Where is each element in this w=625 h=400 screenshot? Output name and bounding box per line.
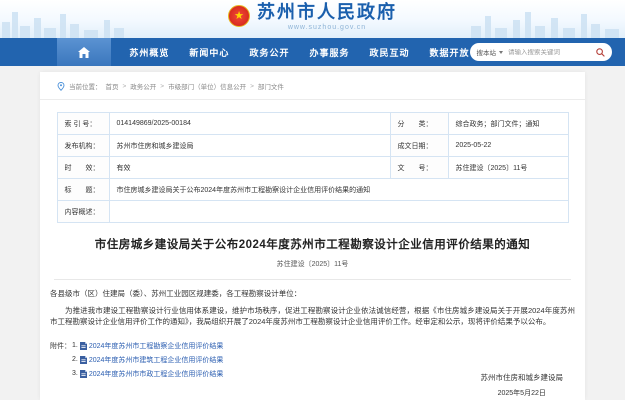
- breadcrumb-separator: >: [123, 83, 127, 90]
- breadcrumb-separator: >: [160, 83, 164, 90]
- search-scope-label: 搜本站: [477, 47, 497, 57]
- nav-item-interaction[interactable]: 政民互动: [369, 46, 409, 59]
- site-url: www.suzhou.gov.cn: [257, 24, 397, 31]
- attachment-number: 2.: [72, 356, 78, 363]
- page-background: 当前位置： 首页 > 政务公开 > 市级部门（单位）信息公开 > 部门文件 索 …: [0, 66, 625, 400]
- attachment-number: 3.: [72, 370, 78, 377]
- national-emblem-icon: ★: [228, 5, 250, 27]
- meta-value-date: 2025-05-22: [448, 135, 568, 157]
- nav-item-overview[interactable]: 苏州概览: [129, 46, 169, 59]
- signature-date: 2025年5月22日: [481, 388, 564, 398]
- site-title: 苏州市人民政府: [257, 3, 397, 23]
- attachment-link-survey[interactable]: 2024年度苏州市工程勘察企业信用评价结果: [89, 341, 224, 351]
- meta-value-docnum: 苏住建设〔2025〕11号: [448, 157, 568, 179]
- table-row: 发布机构： 苏州市住房和城乡建设局 成文日期： 2025-05-22: [57, 135, 568, 157]
- breadcrumb-dept-info[interactable]: 市级部门（单位）信息公开: [168, 81, 246, 91]
- attachment-link-municipal[interactable]: 2024年度苏州市市政工程企业信用评价结果: [89, 369, 224, 379]
- nav-item-news[interactable]: 新闻中心: [189, 46, 229, 59]
- meta-label-summary: 内容概述：: [57, 201, 109, 223]
- breadcrumb-current: 部门文件: [258, 81, 284, 91]
- breadcrumb-home[interactable]: 首页: [106, 81, 119, 91]
- breadcrumb-label: 当前位置：: [69, 81, 102, 91]
- meta-value-title: 市住房城乡建设局关于公布2024年度苏州市工程勘察设计企业信用评价结果的通知: [109, 179, 568, 201]
- location-pin-icon: [57, 82, 65, 91]
- nav-item-open-data[interactable]: 数据开放: [429, 46, 469, 59]
- file-icon: [80, 370, 87, 378]
- site-header: ★ 苏州市人民政府 www.suzhou.gov.cn: [0, 0, 625, 38]
- file-icon: [80, 356, 87, 364]
- document-meta-table: 索 引 号： 014149869/2025-00184 分 类： 综合政务；部门…: [57, 112, 569, 223]
- meta-label-docnum: 文 号：: [390, 157, 448, 179]
- search-icon[interactable]: [596, 48, 605, 57]
- breadcrumb: 当前位置： 首页 > 政务公开 > 市级部门（单位）信息公开 > 部门文件: [40, 72, 585, 100]
- meta-label-category: 分 类：: [390, 113, 448, 135]
- breadcrumb-gov-affairs[interactable]: 政务公开: [130, 81, 156, 91]
- meta-label-index: 索 引 号：: [57, 113, 109, 135]
- document-body: 各县级市（区）住建局（委）、苏州工业园区规建委，各工程勘察设计单位： 为推进我市…: [50, 288, 575, 328]
- salutation: 各县级市（区）住建局（委）、苏州工业园区规建委，各工程勘察设计单位：: [50, 288, 575, 300]
- meta-value-category: 综合政务；部门文件；通知: [448, 113, 568, 135]
- document-number: 苏住建设〔2025〕11号: [40, 259, 585, 269]
- search-scope-dropdown[interactable]: 搜本站: [477, 47, 504, 57]
- divider: [54, 279, 571, 280]
- meta-label-issuer: 发布机构：: [57, 135, 109, 157]
- chevron-down-icon: [499, 51, 503, 54]
- list-item: 2. 2024年度苏州市建筑工程企业信用评价结果: [50, 353, 575, 367]
- meta-value-summary: [109, 201, 568, 223]
- meta-label-validity: 时 效：: [57, 157, 109, 179]
- table-row: 时 效： 有效 文 号： 苏住建设〔2025〕11号: [57, 157, 568, 179]
- site-search[interactable]: 搜本站: [470, 43, 613, 61]
- attachments-label: 附件：: [50, 341, 72, 351]
- nav-items: 苏州概览 新闻中心 政务公开 办事服务 政民互动 数据开放: [129, 46, 469, 59]
- attachment-number: 1.: [72, 342, 78, 349]
- meta-value-validity: 有效: [109, 157, 390, 179]
- main-navbar: 苏州概览 新闻中心 政务公开 办事服务 政民互动 数据开放 搜本站: [0, 38, 625, 66]
- home-icon: [78, 47, 90, 58]
- page-title: 市住房城乡建设局关于公布2024年度苏州市工程勘察设计企业信用评价结果的通知: [40, 236, 585, 252]
- meta-value-index: 014149869/2025-00184: [109, 113, 390, 135]
- file-icon: [80, 342, 87, 350]
- list-item: 附件： 1. 2024年度苏州市工程勘察企业信用评价结果: [50, 339, 575, 353]
- signature-org: 苏州市住房和城乡建设局: [481, 372, 564, 383]
- breadcrumb-separator: >: [250, 83, 254, 90]
- meta-label-title: 标 题：: [57, 179, 109, 201]
- table-row: 索 引 号： 014149869/2025-00184 分 类： 综合政务；部门…: [57, 113, 568, 135]
- content-card: 当前位置： 首页 > 政务公开 > 市级部门（单位）信息公开 > 部门文件 索 …: [40, 72, 585, 400]
- meta-label-date: 成文日期：: [390, 135, 448, 157]
- attachment-link-construction[interactable]: 2024年度苏州市建筑工程企业信用评价结果: [89, 355, 224, 365]
- home-button[interactable]: [57, 38, 111, 66]
- nav-item-services[interactable]: 办事服务: [309, 46, 349, 59]
- table-row: 内容概述：: [57, 201, 568, 223]
- search-input[interactable]: [508, 49, 596, 56]
- table-row: 标 题： 市住房城乡建设局关于公布2024年度苏州市工程勘察设计企业信用评价结果…: [57, 179, 568, 201]
- nav-item-gov-affairs[interactable]: 政务公开: [249, 46, 289, 59]
- meta-value-issuer: 苏州市住房和城乡建设局: [109, 135, 390, 157]
- body-paragraph: 为推进我市建设工程勘察设计行业信用体系建设，维护市场秩序，促进工程勘察设计企业依…: [50, 305, 575, 328]
- signature-block: 苏州市住房和城乡建设局 2025年5月22日: [481, 372, 564, 398]
